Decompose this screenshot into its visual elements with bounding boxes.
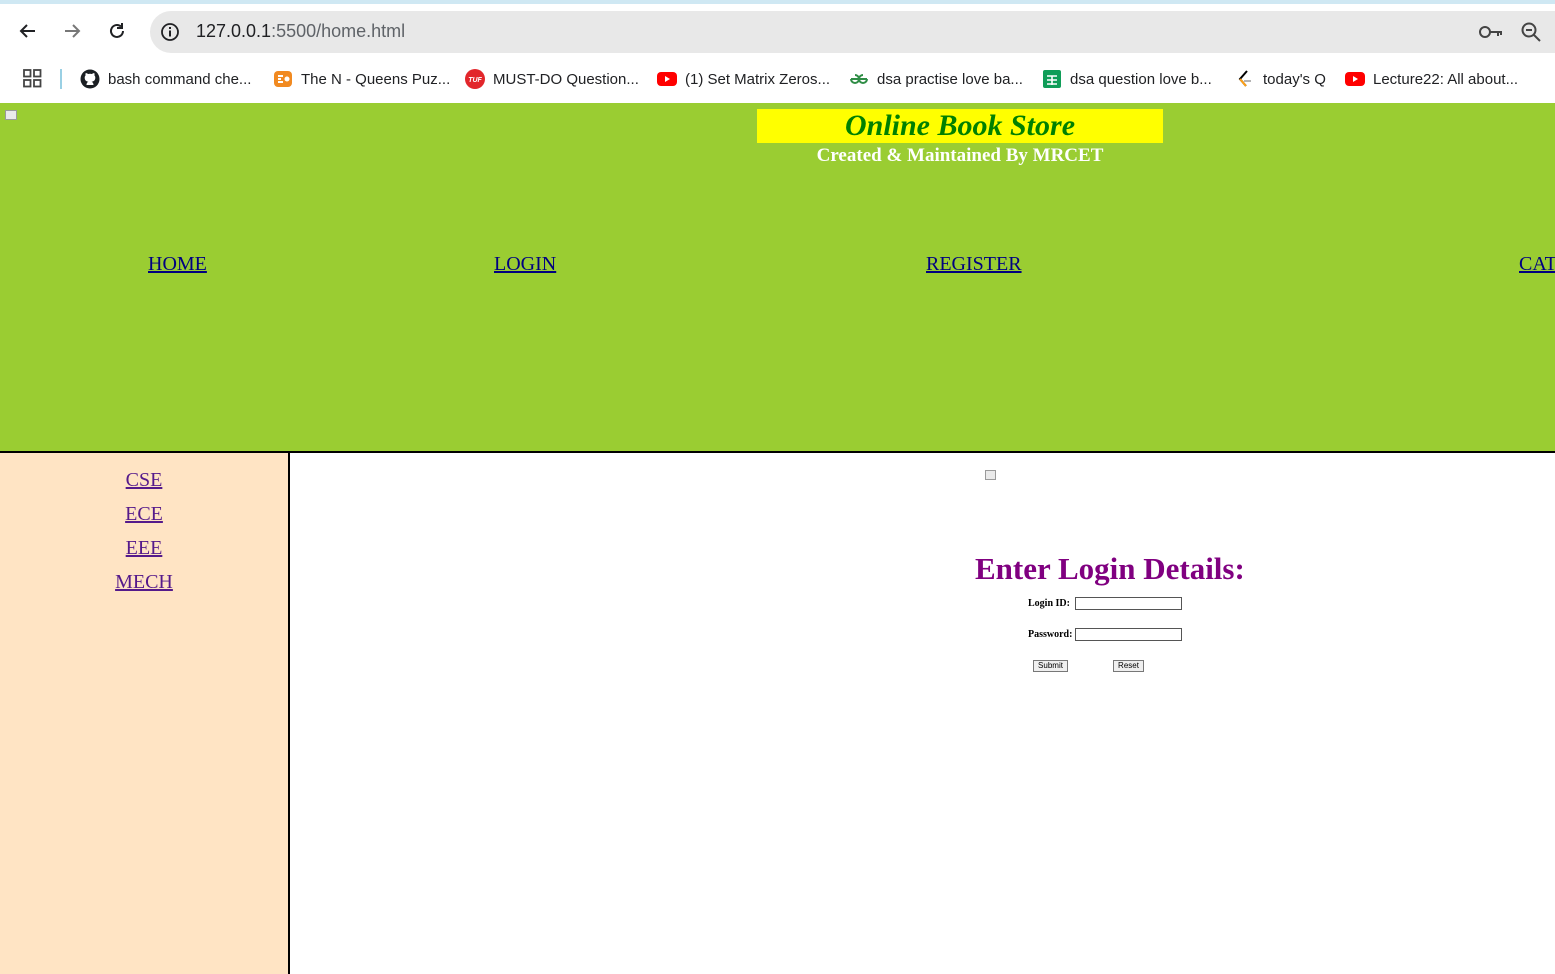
page-viewport: Online Book Store Created & Maintained B… bbox=[0, 103, 1555, 974]
leetcode-icon bbox=[1235, 69, 1255, 89]
dept-link-eee[interactable]: EEE bbox=[0, 537, 288, 560]
back-button[interactable] bbox=[13, 16, 43, 46]
login-id-input[interactable] bbox=[1075, 597, 1182, 610]
youtube-icon bbox=[657, 69, 677, 89]
sheets-icon bbox=[1042, 69, 1062, 89]
reload-button[interactable] bbox=[102, 16, 132, 46]
bookmarks-separator bbox=[60, 69, 62, 89]
site-subtitle: Created & Maintained By MRCET bbox=[816, 145, 1104, 166]
main-content: Enter Login Details: Login ID: Password:… bbox=[290, 453, 1555, 974]
bookmark-item[interactable]: TUF MUST-DO Question... bbox=[465, 67, 639, 91]
dept-link-cse[interactable]: CSE bbox=[0, 469, 288, 492]
nav-home-link[interactable]: HOME bbox=[148, 253, 207, 276]
url-host: 127.0.0.1 bbox=[196, 21, 272, 41]
bookmark-label: Lecture22: All about... bbox=[1373, 70, 1519, 88]
address-bar[interactable]: 127.0.0.1:5500/home.html bbox=[150, 11, 1555, 53]
login-id-label: Login ID: bbox=[1028, 598, 1070, 609]
geeksforgeeks-icon bbox=[849, 69, 869, 89]
bookmark-item[interactable]: bash command che... bbox=[80, 67, 251, 91]
bookmark-label: dsa question love b... bbox=[1070, 70, 1212, 88]
svg-text:TUF: TUF bbox=[468, 77, 482, 84]
password-key-icon[interactable] bbox=[1478, 23, 1504, 41]
bookmark-item[interactable]: dsa practise love ba... bbox=[849, 67, 1023, 91]
browser-toolbar: 127.0.0.1:5500/home.html bbox=[0, 4, 1555, 58]
bookmark-item[interactable]: dsa question love b... bbox=[1042, 67, 1212, 91]
broken-image-icon bbox=[985, 470, 996, 480]
bookmark-item[interactable]: Lecture22: All about... bbox=[1345, 67, 1518, 91]
nav-register-link[interactable]: REGISTER bbox=[926, 253, 1022, 276]
codestudio-icon bbox=[273, 69, 293, 89]
github-icon bbox=[80, 69, 100, 89]
back-arrow-icon bbox=[19, 24, 35, 38]
bookmark-label: dsa practise love ba... bbox=[877, 70, 1023, 88]
broken-image-icon bbox=[5, 110, 17, 120]
url-path: :5500/home.html bbox=[271, 21, 406, 41]
dept-link-ece[interactable]: ECE bbox=[0, 503, 288, 526]
forward-arrow-icon bbox=[65, 24, 81, 38]
department-sidebar: CSE ECE EEE MECH bbox=[0, 453, 288, 974]
tuf-icon: TUF bbox=[465, 69, 485, 89]
nav-catalogue-link[interactable]: CAT bbox=[1519, 253, 1555, 276]
site-title-banner: Online Book Store bbox=[757, 109, 1163, 143]
bookmark-label: MUST-DO Question... bbox=[493, 70, 639, 88]
site-info-icon[interactable] bbox=[160, 22, 180, 42]
reload-icon bbox=[110, 23, 124, 38]
url-text[interactable]: 127.0.0.1:5500/home.html bbox=[196, 21, 405, 42]
bookmark-label: today's Q bbox=[1263, 70, 1326, 88]
bookmark-label: The N - Queens Puz... bbox=[301, 70, 451, 88]
bookmark-label: bash command che... bbox=[108, 70, 252, 88]
submit-button[interactable]: Submit bbox=[1033, 660, 1068, 672]
apps-grid-icon[interactable] bbox=[23, 69, 42, 88]
site-title: Online Book Store bbox=[844, 109, 1076, 142]
bookmark-item[interactable]: (1) Set Matrix Zeros... bbox=[657, 67, 830, 91]
bookmarks-bar: bash command che... The N - Queens Puz..… bbox=[0, 58, 1555, 99]
dept-link-mech[interactable]: MECH bbox=[0, 571, 288, 594]
bookmark-label: (1) Set Matrix Zeros... bbox=[685, 70, 831, 88]
forward-button[interactable] bbox=[57, 16, 87, 46]
youtube-icon bbox=[1345, 69, 1365, 89]
password-input[interactable] bbox=[1075, 628, 1182, 641]
reset-button[interactable]: Reset bbox=[1113, 660, 1144, 672]
nav-login-link[interactable]: LOGIN bbox=[494, 253, 556, 276]
site-header: Online Book Store Created & Maintained B… bbox=[0, 103, 1555, 451]
zoom-icon[interactable] bbox=[1520, 21, 1542, 43]
bookmark-item[interactable]: today's Q bbox=[1235, 67, 1326, 91]
password-label: Password: bbox=[1028, 629, 1073, 640]
login-heading: Enter Login Details: bbox=[975, 551, 1245, 586]
bookmark-item[interactable]: The N - Queens Puz... bbox=[273, 67, 450, 91]
